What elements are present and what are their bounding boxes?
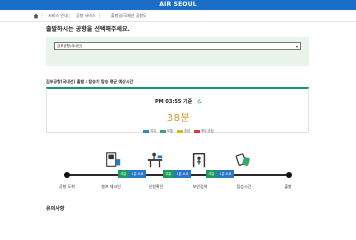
step-label-self-checkin: 셀프 체크인 xyxy=(101,184,121,189)
breadcrumb-separator: | xyxy=(69,13,71,19)
airport-select[interactable]: 김포공항(국내선) ▾ xyxy=(54,42,301,50)
step-label-boarding-time: 탑승시간 xyxy=(236,184,252,189)
badge-status: 여유 xyxy=(206,170,217,178)
step-wait-badge: 여유 1분 소요 xyxy=(206,170,234,178)
reference-time: PM 03:55 기준 xyxy=(155,99,193,105)
chevron-down-icon: ▾ xyxy=(295,44,298,49)
breadcrumb-item-airport-service[interactable]: 공항 서비스 xyxy=(76,10,96,22)
wait-time-panel: PM 03:55 기준 38분 여유 보통 혼잡 매우 혼잡 xyxy=(46,87,309,133)
breadcrumb-separator: | xyxy=(99,13,101,19)
notes-title: 유의사항 xyxy=(46,206,65,212)
home-icon[interactable] xyxy=(33,13,39,19)
badge-status: 여유 xyxy=(118,170,129,178)
breadcrumb-item-service-guide[interactable]: 서비스 안내 xyxy=(48,10,68,22)
congestion-legend: 여유 보통 혼잡 매우 혼잡 xyxy=(47,128,310,133)
boarding-icon xyxy=(235,153,250,166)
step-wait-badge: 여유 1분 소요 xyxy=(163,170,191,178)
step-label-security: 보안검색 xyxy=(192,184,208,189)
legend-label: 혼잡 xyxy=(184,129,190,133)
self-checkin-icon xyxy=(106,152,121,167)
badge-status: 여유 xyxy=(163,170,174,178)
airport-select-panel: 김포공항(국내선) ▾ xyxy=(46,37,309,66)
average-wait-minutes: 38분 xyxy=(166,113,191,124)
legend-label: 보통 xyxy=(167,129,174,133)
id-check-icon xyxy=(147,152,163,168)
airport-select-value: 김포공항(국내선) xyxy=(57,44,83,48)
legend-swatch xyxy=(177,129,184,133)
step-label-id-check: 신원확인 xyxy=(148,184,164,189)
legend-item: 매우 혼잡 xyxy=(193,128,214,133)
step-wait-badge: 여유 1분 소요 xyxy=(118,170,146,178)
badge-duration: 1분 소요 xyxy=(217,170,234,178)
legend-swatch xyxy=(193,129,200,133)
legend-swatch xyxy=(143,129,150,133)
legend-label: 매우 혼잡 xyxy=(200,129,214,133)
refresh-icon[interactable] xyxy=(197,99,202,104)
badge-duration: 1분 소요 xyxy=(174,170,191,178)
legend-item: 여유 xyxy=(143,128,156,133)
legend-item: 보통 xyxy=(160,128,173,133)
security-scan-icon xyxy=(192,152,206,168)
legend-swatch xyxy=(160,129,167,133)
wait-subtitle: 김포공항(국내선) 출발 : 탑승기 탑승 평균 예상시간 xyxy=(46,79,134,84)
badge-duration: 1분 소요 xyxy=(129,170,146,178)
breadcrumb: | 서비스 안내 | 공항 서비스 | 출발일/국제선 공항도 xyxy=(0,10,356,22)
page-title: 출발하시는 공항을 선택해주세요. xyxy=(46,26,130,33)
breadcrumb-separator: | xyxy=(41,13,43,19)
legend-item: 혼잡 xyxy=(177,128,190,133)
step-dot xyxy=(286,172,292,178)
step-label-arrival: 공항 도착 xyxy=(59,184,75,189)
step-dot xyxy=(64,172,70,178)
legend-label: 여유 xyxy=(150,129,157,133)
reference-time-row: PM 03:55 기준 xyxy=(47,98,310,105)
step-label-departure: 출발 xyxy=(284,184,292,189)
breadcrumb-item-airport-map[interactable]: 출발일/국제선 공항도 xyxy=(111,10,147,22)
brand-logo[interactable]: AIR SEOUL xyxy=(0,0,356,10)
